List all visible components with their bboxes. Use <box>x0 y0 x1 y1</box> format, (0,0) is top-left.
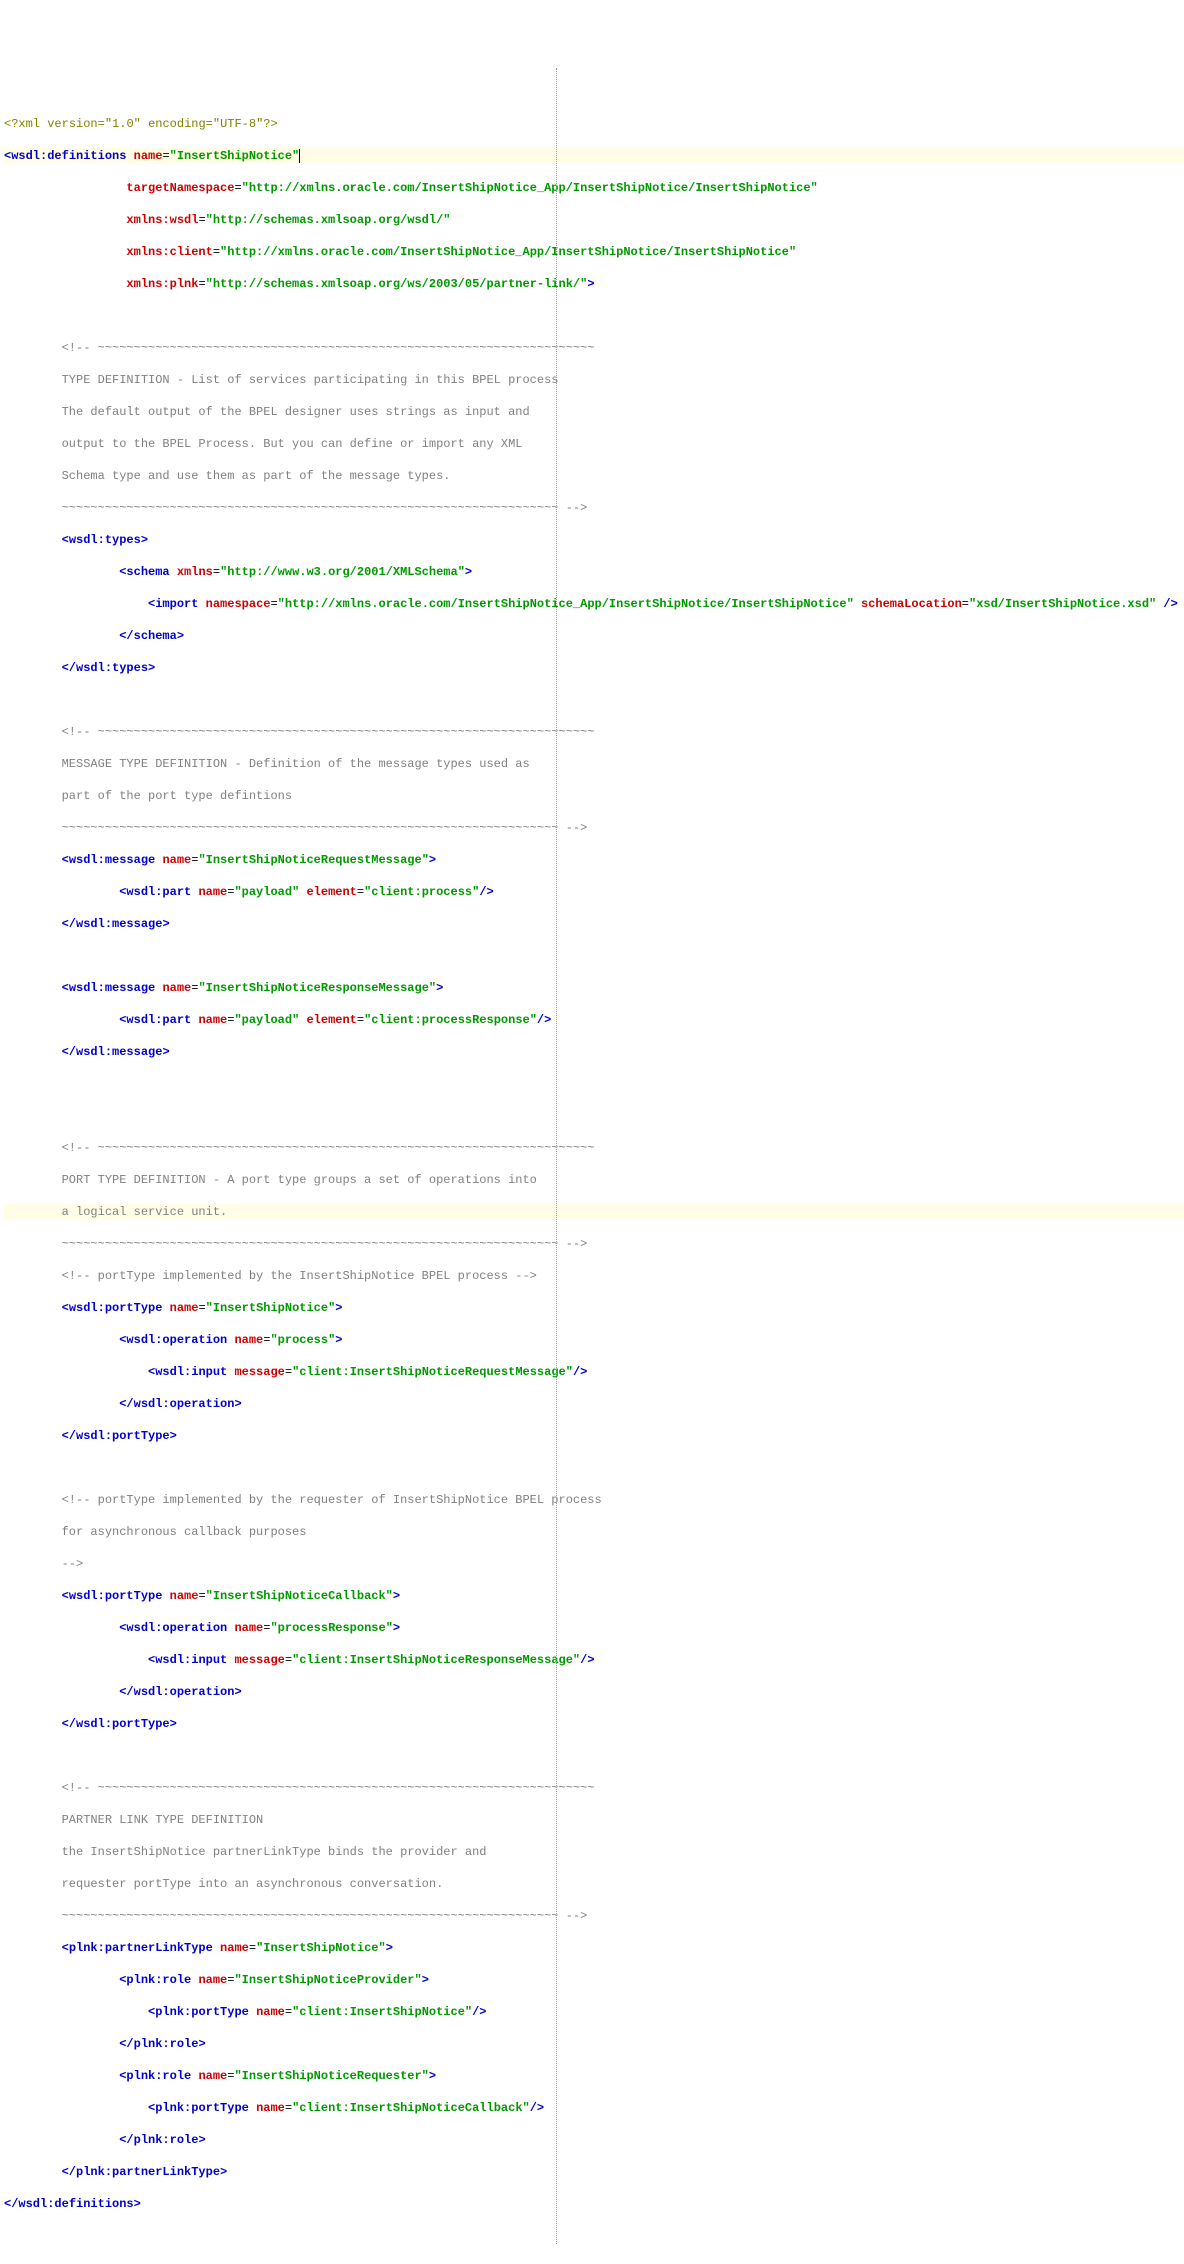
code-line: the InsertShipNotice partnerLinkType bin… <box>4 1844 1184 1860</box>
code-line: <!-- portType implemented by the InsertS… <box>4 1268 1184 1284</box>
code-line <box>4 1460 1184 1476</box>
code-line: </wsdl:operation> <box>4 1396 1184 1412</box>
code-line: MESSAGE TYPE DEFINITION - Definition of … <box>4 756 1184 772</box>
code-line: <wsdl:input message="client:InsertShipNo… <box>4 1364 1184 1380</box>
code-line: ~~~~~~~~~~~~~~~~~~~~~~~~~~~~~~~~~~~~~~~~… <box>4 1908 1184 1924</box>
text-cursor <box>299 149 300 163</box>
code-line: PARTNER LINK TYPE DEFINITION <box>4 1812 1184 1828</box>
code-line: Schema type and use them as part of the … <box>4 468 1184 484</box>
code-line <box>4 1076 1184 1092</box>
code-line: <import namespace="http://xmlns.oracle.c… <box>4 596 1184 612</box>
code-line: <wsdl:input message="client:InsertShipNo… <box>4 1652 1184 1668</box>
code-line: targetNamespace="http://xmlns.oracle.com… <box>4 180 1184 196</box>
code-line <box>4 308 1184 324</box>
code-line: <wsdl:message name="InsertShipNoticeResp… <box>4 980 1184 996</box>
code-line: </wsdl:message> <box>4 916 1184 932</box>
code-line: </plnk:role> <box>4 2132 1184 2148</box>
code-line: </wsdl:portType> <box>4 1428 1184 1444</box>
code-line <box>4 1108 1184 1124</box>
code-line: <!-- ~~~~~~~~~~~~~~~~~~~~~~~~~~~~~~~~~~~… <box>4 340 1184 356</box>
code-line: <wsdl:message name="InsertShipNoticeRequ… <box>4 852 1184 868</box>
code-line: </plnk:role> <box>4 2036 1184 2052</box>
code-line: <wsdl:portType name="InsertShipNotice"> <box>4 1300 1184 1316</box>
code-line: --> <box>4 1556 1184 1572</box>
code-line: <plnk:portType name="client:InsertShipNo… <box>4 2004 1184 2020</box>
code-line: <!-- ~~~~~~~~~~~~~~~~~~~~~~~~~~~~~~~~~~~… <box>4 1780 1184 1796</box>
code-line: </wsdl:message> <box>4 1044 1184 1060</box>
code-line: </wsdl:portType> <box>4 1716 1184 1732</box>
code-line: </plnk:partnerLinkType> <box>4 2164 1184 2180</box>
code-line: PORT TYPE DEFINITION - A port type group… <box>4 1172 1184 1188</box>
code-line: <!-- portType implemented by the request… <box>4 1492 1184 1508</box>
code-line: for asynchronous callback purposes <box>4 1524 1184 1540</box>
code-line <box>4 692 1184 708</box>
code-line: </wsdl:definitions> <box>4 2196 1184 2212</box>
code-line: <?xml version="1.0" encoding="UTF-8"?> <box>4 116 1184 132</box>
code-line: <wsdl:types> <box>4 532 1184 548</box>
code-line: <plnk:partnerLinkType name="InsertShipNo… <box>4 1940 1184 1956</box>
code-line: xmlns:client="http://xmlns.oracle.com/In… <box>4 244 1184 260</box>
code-line <box>4 1748 1184 1764</box>
code-line: xmlns:wsdl="http://schemas.xmlsoap.org/w… <box>4 212 1184 228</box>
code-line: <wsdl:part name="payload" element="clien… <box>4 884 1184 900</box>
code-line: <plnk:portType name="client:InsertShipNo… <box>4 2100 1184 2116</box>
code-line: ~~~~~~~~~~~~~~~~~~~~~~~~~~~~~~~~~~~~~~~~… <box>4 500 1184 516</box>
code-line: <plnk:role name="InsertShipNoticeRequest… <box>4 2068 1184 2084</box>
code-line: a logical service unit. <box>4 1204 1184 1220</box>
code-line: <wsdl:operation name="processResponse"> <box>4 1620 1184 1636</box>
code-line: <schema xmlns="http://www.w3.org/2001/XM… <box>4 564 1184 580</box>
code-line: xmlns:plnk="http://schemas.xmlsoap.org/w… <box>4 276 1184 292</box>
code-line: requester portType into an asynchronous … <box>4 1876 1184 1892</box>
code-line: </wsdl:operation> <box>4 1684 1184 1700</box>
code-line: <wsdl:part name="payload" element="clien… <box>4 1012 1184 1028</box>
code-line: <!-- ~~~~~~~~~~~~~~~~~~~~~~~~~~~~~~~~~~~… <box>4 724 1184 740</box>
code-line: <!-- ~~~~~~~~~~~~~~~~~~~~~~~~~~~~~~~~~~~… <box>4 1140 1184 1156</box>
code-line: <plnk:role name="InsertShipNoticeProvide… <box>4 1972 1184 1988</box>
code-line: TYPE DEFINITION - List of services parti… <box>4 372 1184 388</box>
code-line: <wsdl:operation name="process"> <box>4 1332 1184 1348</box>
code-line: </schema> <box>4 628 1184 644</box>
code-line: <wsdl:portType name="InsertShipNoticeCal… <box>4 1588 1184 1604</box>
code-line <box>4 948 1184 964</box>
code-line: part of the port type defintions <box>4 788 1184 804</box>
xml-editor[interactable]: <?xml version="1.0" encoding="UTF-8"?> <… <box>4 68 1184 2244</box>
code-line: ~~~~~~~~~~~~~~~~~~~~~~~~~~~~~~~~~~~~~~~~… <box>4 1236 1184 1252</box>
code-line: ~~~~~~~~~~~~~~~~~~~~~~~~~~~~~~~~~~~~~~~~… <box>4 820 1184 836</box>
code-line: <wsdl:definitions name="InsertShipNotice… <box>4 148 1184 164</box>
code-line: The default output of the BPEL designer … <box>4 404 1184 420</box>
code-line: </wsdl:types> <box>4 660 1184 676</box>
code-line: output to the BPEL Process. But you can … <box>4 436 1184 452</box>
